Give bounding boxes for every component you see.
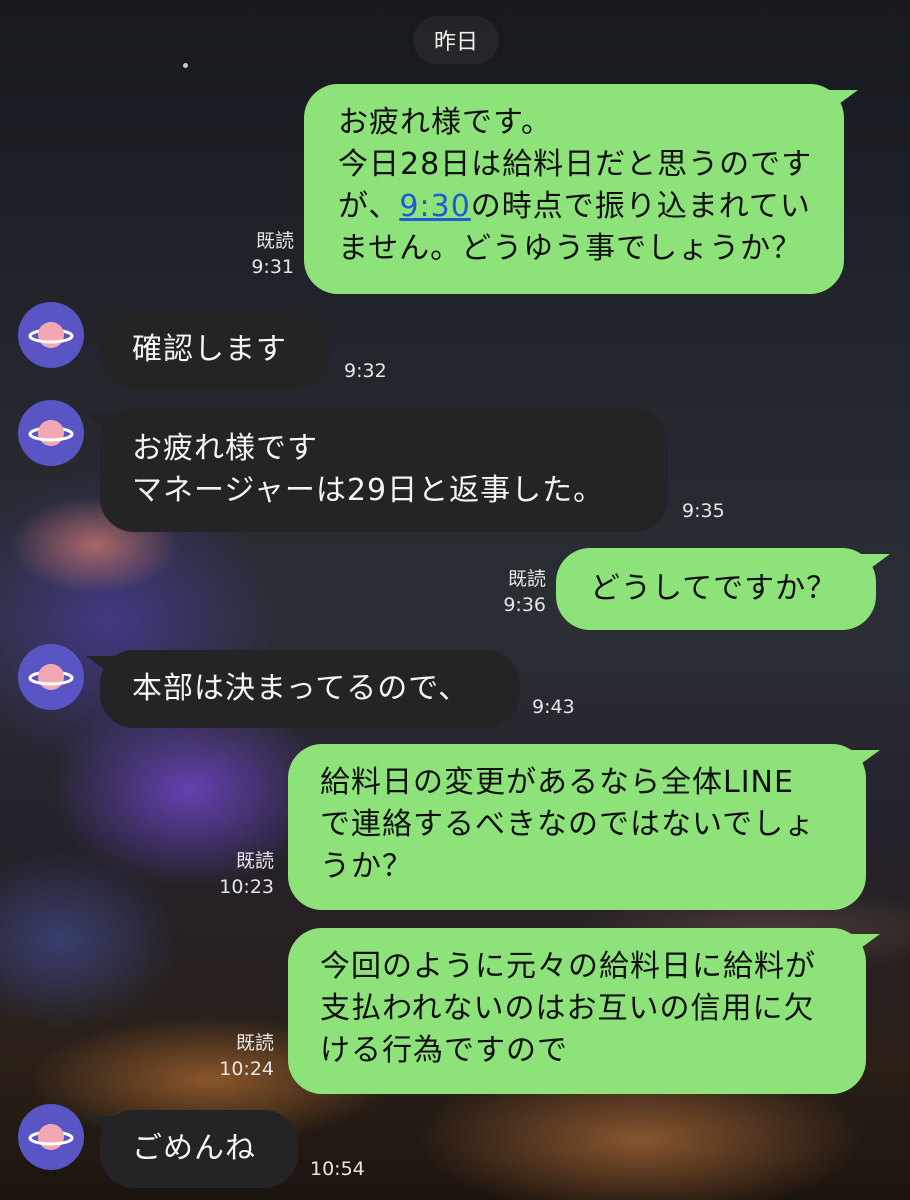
message-text: 確認します	[132, 332, 287, 367]
avatar[interactable]	[18, 1104, 84, 1170]
planet-icon	[28, 420, 74, 446]
message-text: が、9:30の時点で振り込まれてい	[338, 189, 811, 224]
message-text: 本部は決まってるので、	[132, 671, 470, 706]
avatar[interactable]	[18, 400, 84, 466]
date-separator: 昨日	[413, 16, 499, 64]
avatar[interactable]	[18, 302, 84, 368]
time-link[interactable]: 9:30	[399, 189, 470, 224]
message-bubble-incoming[interactable]: 確認します	[86, 310, 330, 390]
read-receipt: 既読 9:36	[503, 568, 546, 616]
message-text: 給料日の変更があるなら全体LINE で連絡するべきなのではないでしょ うか？	[320, 765, 816, 884]
message-bubble-incoming[interactable]: お疲れ様です マネージャーは29日と返事した。	[86, 408, 668, 532]
read-receipt: 既読 10:24	[219, 1032, 274, 1080]
message-time: 9:32	[344, 360, 387, 382]
message-text: ません。どうゆう事でしょうか？	[338, 231, 803, 266]
read-receipt: 既読 9:31	[251, 230, 294, 278]
message-bubble-incoming[interactable]: 本部は決まってるので、	[86, 650, 520, 728]
message-text: お疲れ様です。	[338, 105, 552, 140]
planet-icon	[28, 1124, 74, 1150]
message-text: どうしてですか？	[590, 571, 838, 606]
background-star	[183, 63, 188, 68]
message-bubble-outgoing[interactable]: お疲れ様です。 今日28日は給料日だと思うのです が、9:30の時点で振り込まれ…	[304, 84, 858, 294]
planet-icon	[28, 322, 74, 348]
message-text: 今日28日は給料日だと思うのです	[338, 147, 813, 182]
message-time: 10:54	[310, 1158, 365, 1180]
message-time: 9:43	[532, 696, 575, 718]
message-bubble-incoming[interactable]: ごめんね	[86, 1110, 298, 1188]
message-text: 今回のように元々の給料日に給料が 支払われないのはお互いの信用に欠 ける行為です…	[320, 949, 816, 1068]
planet-icon	[28, 664, 74, 690]
message-bubble-outgoing[interactable]: 今回のように元々の給料日に給料が 支払われないのはお互いの信用に欠 ける行為です…	[288, 928, 880, 1094]
message-time: 9:35	[682, 500, 725, 522]
message-text: ごめんね	[132, 1131, 256, 1166]
avatar[interactable]	[18, 644, 84, 710]
message-text: お疲れ様です マネージャーは29日と返事した。	[132, 431, 605, 508]
message-bubble-outgoing[interactable]: どうしてですか？	[556, 548, 890, 630]
read-receipt: 既読 10:23	[219, 850, 274, 898]
message-bubble-outgoing[interactable]: 給料日の変更があるなら全体LINE で連絡するべきなのではないでしょ うか？	[288, 744, 880, 910]
